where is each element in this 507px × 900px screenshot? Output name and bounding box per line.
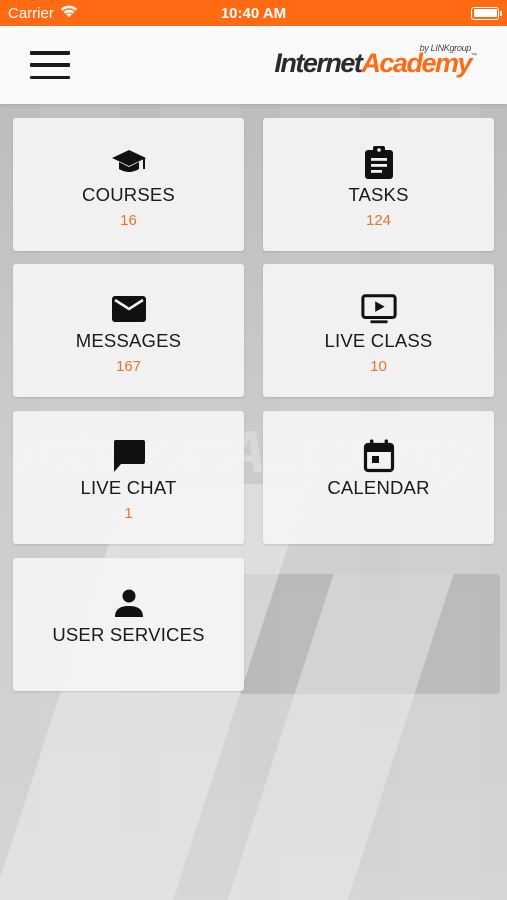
tile-label: LIVE CLASS — [324, 330, 433, 351]
status-bar: Carrier 10:40 AM — [0, 0, 507, 26]
tile-label: MESSAGES — [75, 330, 182, 351]
calendar-icon — [361, 439, 397, 473]
tile-label: CALENDAR — [327, 477, 430, 498]
battery-icon — [471, 6, 502, 20]
tile-live-chat[interactable]: LIVE CHAT 1 — [13, 411, 244, 544]
tile-count: 167 — [115, 358, 142, 375]
hamburger-menu-icon[interactable] — [30, 51, 70, 79]
tile-count: 16 — [120, 212, 137, 229]
tile-label: USER SERVICES — [52, 624, 205, 645]
tile-tasks[interactable]: TASKS 124 — [263, 118, 494, 251]
user-icon — [111, 586, 147, 620]
envelope-icon — [111, 292, 147, 326]
tile-label: TASKS — [348, 184, 409, 205]
graduation-cap-icon — [111, 146, 147, 180]
logo-text-academy: Academy — [361, 48, 472, 78]
chat-bubble-icon — [111, 439, 147, 473]
carrier-label: Carrier — [8, 4, 54, 22]
tile-messages[interactable]: MESSAGES 167 — [13, 264, 244, 397]
tile-count: 124 — [365, 212, 392, 229]
logo-trademark: ™ — [471, 53, 477, 59]
internet-academy-logo: by LINKgroup ™ InternetAcademy — [257, 43, 477, 87]
logo-text-internet: Internet — [274, 48, 363, 78]
tile-label: COURSES — [82, 184, 175, 205]
wifi-icon — [60, 5, 78, 22]
tile-user-services[interactable]: USER SERVICES — [13, 558, 244, 691]
tile-count: 10 — [370, 358, 387, 375]
tile-courses[interactable]: COURSES 16 — [13, 118, 244, 251]
tile-count: 1 — [124, 505, 133, 522]
tile-label: LIVE CHAT — [80, 477, 177, 498]
tile-live-class[interactable]: LIVE CLASS 10 — [263, 264, 494, 397]
clipboard-icon — [361, 146, 397, 180]
app-header: by LINKgroup ™ InternetAcademy — [0, 26, 507, 104]
tile-calendar[interactable]: CALENDAR — [263, 411, 494, 544]
video-screen-icon — [360, 292, 397, 326]
